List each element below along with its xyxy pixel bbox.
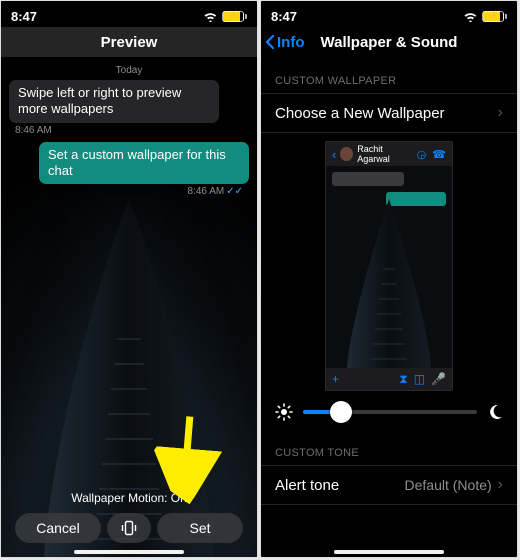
- status-time: 8:47: [11, 9, 37, 24]
- wifi-icon: [463, 11, 478, 22]
- brightness-row: [261, 401, 517, 429]
- nav-bar: Preview: [1, 27, 257, 57]
- alert-tone-label: Alert tone: [275, 477, 339, 494]
- mic-icon: 🎤: [431, 372, 446, 387]
- perspective-icon: [120, 519, 138, 537]
- date-header: Today: [9, 65, 249, 76]
- message-out-time: 8:46 AM✓✓: [15, 186, 243, 197]
- contact-name: Rachit Agarwal: [357, 144, 412, 164]
- choose-wallpaper-label: Choose a New Wallpaper: [275, 105, 445, 122]
- plus-icon: +: [332, 372, 339, 386]
- wifi-icon: [203, 11, 218, 22]
- message-in-time: 8:46 AM: [15, 125, 243, 136]
- section-header-tone: CUSTOM TONE: [261, 429, 517, 465]
- section-header-wallpaper: CUSTOM WALLPAPER: [261, 57, 517, 93]
- status-bar: 8:47 ⚡: [1, 1, 257, 27]
- thumb-wallpaper-graphic: [343, 199, 435, 372]
- messages-preview: Today Swipe left or right to preview mor…: [1, 57, 257, 197]
- chevron-right-icon: ›: [498, 476, 503, 494]
- chevron-left-icon: [263, 33, 277, 51]
- set-button[interactable]: Set: [157, 513, 243, 543]
- video-icon: ◶: [417, 148, 427, 161]
- nav-title: Preview: [101, 34, 158, 51]
- wallpaper-thumbnail-area: ‹ Rachit Agarwal ◶ ☎: [261, 133, 517, 401]
- status-bar: 8:47 ⚡: [261, 1, 517, 27]
- nav-bar: Info Wallpaper & Sound: [261, 27, 517, 57]
- choose-wallpaper-row[interactable]: Choose a New Wallpaper ›: [261, 93, 517, 133]
- camera-icon: ◫: [414, 372, 425, 387]
- motion-label: Wallpaper Motion: On: [15, 491, 243, 505]
- back-button[interactable]: Info: [263, 27, 305, 57]
- preview-screen: 8:47 ⚡ Preview Today Swipe left or right…: [0, 0, 258, 558]
- alert-tone-row[interactable]: Alert tone Default (Note) ›: [261, 465, 517, 505]
- thumb-bubble-in: [332, 172, 404, 186]
- wallpaper-thumbnail[interactable]: ‹ Rachit Agarwal ◶ ☎: [325, 141, 453, 391]
- alert-tone-value: Default (Note): [405, 477, 492, 493]
- avatar: [340, 147, 353, 161]
- back-label: Info: [277, 34, 305, 51]
- wallpaper-settings-screen: 8:47 ⚡ Info Wallpaper & Sound CUSTOM WAL…: [260, 0, 518, 558]
- chevron-right-icon: ›: [498, 104, 503, 122]
- nav-title: Wallpaper & Sound: [321, 34, 458, 51]
- home-indicator[interactable]: [334, 550, 444, 554]
- phone-icon: ☎: [432, 148, 446, 161]
- battery-icon: ⚡: [222, 11, 247, 22]
- slider-thumb[interactable]: [330, 401, 352, 423]
- status-time: 8:47: [271, 9, 297, 24]
- battery-icon: ⚡: [482, 11, 507, 22]
- brightness-slider[interactable]: [303, 410, 477, 414]
- message-in: Swipe left or right to preview more wall…: [9, 80, 219, 123]
- bottom-controls: Wallpaper Motion: On Cancel Set: [1, 491, 257, 557]
- cancel-button[interactable]: Cancel: [15, 513, 101, 543]
- sun-icon: [275, 403, 293, 421]
- perspective-button[interactable]: [107, 513, 151, 543]
- chevron-left-icon: ‹: [332, 147, 336, 162]
- moon-icon: [487, 404, 503, 420]
- sticker-icon: ⧗: [399, 372, 407, 387]
- message-out: Set a custom wallpaper for this chat: [39, 142, 249, 185]
